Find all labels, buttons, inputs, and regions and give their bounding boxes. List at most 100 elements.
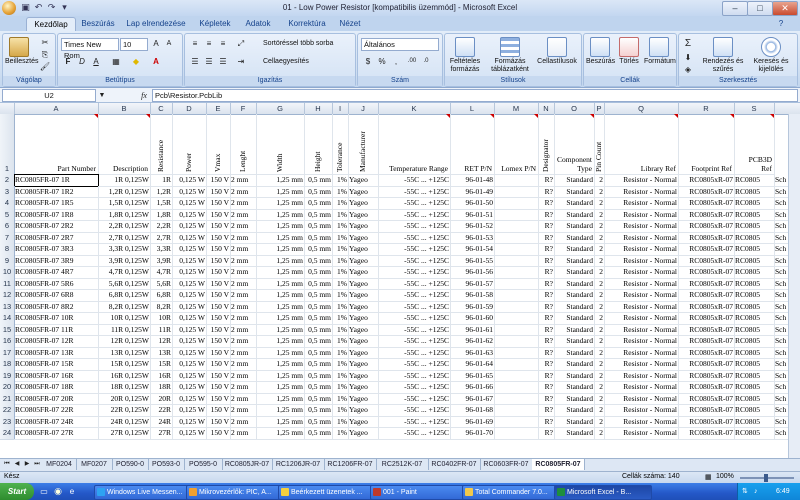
header-cell-m[interactable]: Lomex P/N [494, 114, 539, 175]
ie-icon[interactable]: e [66, 486, 78, 497]
conditional-formatting-button[interactable]: Feltételes formázás [447, 37, 483, 74]
column-header-q[interactable]: Q [604, 103, 679, 114]
cell-i24[interactable]: 1% [332, 427, 349, 440]
cell-k24[interactable]: -55C ... +125C [378, 427, 451, 440]
align-left-icon[interactable]: ☰ [189, 56, 201, 67]
cell-s24[interactable]: RC0805 [734, 427, 775, 440]
cell-m24[interactable] [494, 427, 539, 440]
header-cell-b[interactable]: Description [98, 114, 151, 175]
format-cells-button[interactable]: Formátum [644, 37, 676, 66]
header-cell-a[interactable]: Part Number [14, 114, 99, 175]
taskbar-app-button[interactable]: 001 - Paint [370, 485, 468, 500]
header-cell-i[interactable]: Tolerance [332, 114, 349, 175]
cell-d24[interactable]: 0,125 W [172, 427, 207, 440]
column-header-a[interactable]: A [14, 103, 99, 114]
sheet-tab-rc0402fr-07[interactable]: RC0402FR-07 [428, 459, 481, 470]
font-color-icon[interactable]: A [150, 56, 162, 67]
column-header-l[interactable]: L [450, 103, 495, 114]
sheet-tab-mf0207[interactable]: MF0207 [76, 459, 113, 470]
cell-b24[interactable]: 27R 0,125W [98, 427, 151, 440]
cell-styles-button[interactable]: Cellastílusok [537, 37, 577, 66]
currency-icon[interactable]: $ [362, 56, 374, 67]
sheet-tab-rc0603fr-07[interactable]: RC0603FR-07 [480, 459, 533, 470]
sheet-tab-po593-0[interactable]: PO593-0 [148, 459, 185, 470]
column-header-g[interactable]: G [256, 103, 305, 114]
fill-icon[interactable]: ⬇ [682, 52, 694, 63]
italic-button[interactable]: D [76, 56, 88, 67]
show-desktop-icon[interactable]: ▭ [38, 486, 50, 497]
zoom-slider[interactable] [740, 474, 794, 482]
cell-f24[interactable]: 2 mm [230, 427, 257, 440]
taskbar-app-button[interactable]: Beérkezett üzenetek ... [278, 485, 376, 500]
header-cell-h[interactable]: Height [304, 114, 333, 175]
tab-home[interactable]: Kezdőlap [26, 17, 76, 32]
column-header-f[interactable]: F [230, 103, 257, 114]
help-icon[interactable]: ? [775, 17, 787, 31]
zoom-level[interactable]: 100% [716, 473, 734, 480]
thousands-icon[interactable]: , [390, 56, 402, 67]
autosum-icon[interactable]: Σ [682, 38, 694, 49]
header-cell-q[interactable]: Library Ref [604, 114, 679, 175]
font-size-box[interactable]: 10 [120, 38, 148, 51]
header-cell-s[interactable]: PCB3D Ref [734, 114, 775, 175]
sheet-tab-mf0204[interactable]: MF0204 [42, 459, 77, 470]
tab-data[interactable]: Adatok [240, 17, 276, 31]
close-button[interactable]: ✕ [772, 1, 798, 16]
column-header-i[interactable]: I [332, 103, 349, 114]
cell-c24[interactable]: 27R [150, 427, 173, 440]
column-header-e[interactable]: E [206, 103, 231, 114]
column-header-m[interactable]: M [494, 103, 539, 114]
firefox-icon[interactable]: ◉ [52, 486, 64, 497]
insert-cells-button[interactable]: Beszúrás [586, 37, 615, 66]
column-header-d[interactable]: D [172, 103, 207, 114]
wrap-text-button[interactable]: Sortöréssel több sorba [263, 40, 333, 48]
percent-icon[interactable]: % [376, 56, 388, 67]
header-cell-l[interactable]: RET P/N [450, 114, 495, 175]
column-header-n[interactable]: N [538, 103, 555, 114]
underline-button[interactable]: A [90, 56, 102, 67]
align-middle-icon[interactable]: ≡ [203, 38, 215, 49]
cell-j24[interactable]: Yageo [348, 427, 379, 440]
tab-review[interactable]: Korrektúra [282, 17, 332, 31]
indent-icon[interactable]: ⇥ [235, 56, 247, 67]
header-cell-k[interactable]: Temperature Range [378, 114, 451, 175]
column-header-j[interactable]: J [348, 103, 379, 114]
name-box[interactable]: U2 [2, 89, 96, 102]
vertical-scrollbar[interactable] [788, 114, 800, 458]
sheet-tab-rc2512k-07[interactable]: RC2512K-07 [376, 459, 429, 470]
shrink-font-icon[interactable]: A [163, 38, 175, 49]
cell-a24[interactable]: RC0805FR-07 27R [14, 427, 99, 440]
header-cell-n[interactable]: Designator [538, 114, 555, 175]
sheet-tab-po590-0[interactable]: PO590-0 [112, 459, 149, 470]
align-center-icon[interactable]: ☰ [203, 56, 215, 67]
sheet-tab-rc1206fr-07[interactable]: RC1206FR-07 [324, 459, 377, 470]
column-header-o[interactable]: O [554, 103, 595, 114]
cut-icon[interactable]: ✂ [39, 37, 51, 48]
header-cell-f[interactable]: Lenght [230, 114, 257, 175]
start-button[interactable]: Start [0, 483, 34, 500]
column-header-k[interactable]: K [378, 103, 451, 114]
cell-h24[interactable]: 0,5 mm [304, 427, 333, 440]
column-header-c[interactable]: C [150, 103, 173, 114]
taskbar-app-button[interactable]: Mikrovezérlők: PIC, A... [186, 485, 284, 500]
sheet-tab-rc0805jr-07[interactable]: RC0805JR-07 [222, 459, 273, 470]
borders-icon[interactable]: ▦ [110, 56, 122, 67]
tab-insert[interactable]: Beszúrás [78, 17, 118, 31]
paste-button[interactable]: Beillesztés [5, 37, 38, 66]
increase-decimal-icon[interactable]: .00 [406, 56, 418, 67]
name-box-dropdown-icon[interactable]: ▼ [96, 90, 108, 101]
column-header-h[interactable]: H [304, 103, 333, 114]
minimize-button[interactable]: – [722, 1, 748, 16]
number-format-box[interactable]: Általános [361, 38, 439, 51]
format-painter-icon[interactable]: 🖌 [39, 61, 51, 72]
cell-r24[interactable]: RC0805xR-07 [678, 427, 735, 440]
column-header-r[interactable]: R [678, 103, 735, 114]
merge-cells-button[interactable]: Cellaegyesítés [263, 58, 309, 66]
select-all-corner[interactable] [0, 103, 15, 114]
tab-view[interactable]: Nézet [336, 17, 364, 31]
cell-l24[interactable]: 96-01-70 [450, 427, 495, 440]
align-bottom-icon[interactable]: ≡ [217, 38, 229, 49]
cell-q24[interactable]: Resistor - Normal [604, 427, 679, 440]
insert-function-icon[interactable]: fx [138, 90, 150, 101]
sort-filter-button[interactable]: Rendezés és szűrés [701, 37, 745, 74]
